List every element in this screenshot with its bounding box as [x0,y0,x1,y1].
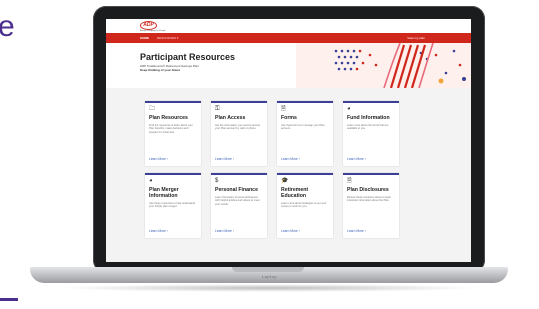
card-retirement-education[interactable]: 🎓 Retirement Education Learn more about … [277,173,333,238]
card-forms[interactable]: 🗎 Forms Use these forms to manage your P… [277,101,333,166]
card-description: Use these resources to help understand y… [149,202,195,209]
hero-banner: Participant Resources ADP TotalSource® R… [106,43,471,88]
card-accent-bar [145,101,201,103]
card-description: Learn the basics of personal finances wi… [215,196,260,206]
main-nav: HOME RESOURCES ▾ View my plan [106,33,471,43]
page-title: Participant Resources [140,52,236,62]
laptop-label: Laptop [261,274,278,279]
laptop-screen: ADP Always Designing for People HOME RES… [106,19,471,262]
edge-accent-line [0,298,18,301]
card-plan-access[interactable]: ⚿ Plan Access Get the information you ne… [211,101,267,166]
nav-home-link[interactable]: HOME [140,36,149,40]
learn-more-link[interactable]: Learn More › [215,229,234,233]
dollar-icon: $ [215,178,219,184]
learn-more-link[interactable]: Learn More › [281,157,300,161]
card-personal-finance[interactable]: $ Personal Finance Learn the basics of p… [211,173,267,238]
nav-resources-dropdown[interactable]: RESOURCES ▾ [157,36,178,40]
card-title: Retirement Education [281,187,309,199]
card-title: Forms [281,115,297,121]
card-accent-bar [343,101,399,103]
card-accent-bar [277,101,333,103]
card-description: Find the resources to learn about your P… [149,124,193,134]
view-my-plan-link[interactable]: View my plan [407,36,425,40]
adp-logo[interactable]: ADP [140,21,157,30]
learn-more-link[interactable]: Learn More › [347,229,366,233]
hero-tagline: Keep thinking of your future [140,68,181,72]
learn-more-link[interactable]: Learn More › [281,229,300,233]
learn-more-link[interactable]: Learn More › [149,229,168,233]
card-accent-bar [145,173,201,175]
card-accent-bar [211,173,267,175]
card-description: Learn more about the funds that are avai… [347,124,389,131]
card-description: Learn more about strategies to put your … [281,202,327,209]
card-title: Personal Finance [215,187,258,193]
learn-more-link[interactable]: Learn More › [215,157,234,161]
card-accent-bar [211,101,267,103]
laptop-shadow [60,284,480,292]
card-title: Plan Access [215,115,246,121]
pie-chart-icon: ◕ [347,106,351,112]
card-fund-information[interactable]: ◕ Fund Information Learn more about the … [343,101,399,166]
card-description: Review these required notices to learn i… [347,196,392,203]
card-title: Plan Disclosures [347,187,389,193]
site-header: ADP Always Designing for People [106,19,471,33]
card-title: Plan Resources [149,115,188,121]
card-title: Fund Information [347,115,390,121]
card-description: Use these forms to manage your Plan acco… [281,124,325,131]
card-title: Plan Merger Information [149,187,179,199]
folder-icon: 🗀 [149,106,156,112]
card-description: Get the information you need to access y… [215,124,261,131]
key-icon: ⚿ [215,106,220,112]
card-plan-disclosures[interactable]: 🗎 Plan Disclosures Review these required… [343,173,399,238]
document-icon: 🗎 [281,106,286,112]
edge-letter: e [0,10,15,43]
card-plan-resources[interactable]: 🗀 Plan Resources Find the resources to l… [145,101,201,166]
logo-tagline: Always Designing for People [140,30,166,32]
graduation-cap-icon: 🎓 [281,178,289,184]
learn-more-link[interactable]: Learn More › [149,157,168,161]
card-accent-bar [277,173,333,175]
decorative-dots-art [296,43,471,88]
disclosure-document-icon: 🗎 [347,178,352,184]
card-accent-bar [343,173,399,175]
merge-icon: ◕ [149,178,153,184]
card-plan-merger-information[interactable]: ◕ Plan Merger Information Use these reso… [145,173,201,238]
learn-more-link[interactable]: Learn More › [347,157,366,161]
laptop-notch [232,267,304,272]
